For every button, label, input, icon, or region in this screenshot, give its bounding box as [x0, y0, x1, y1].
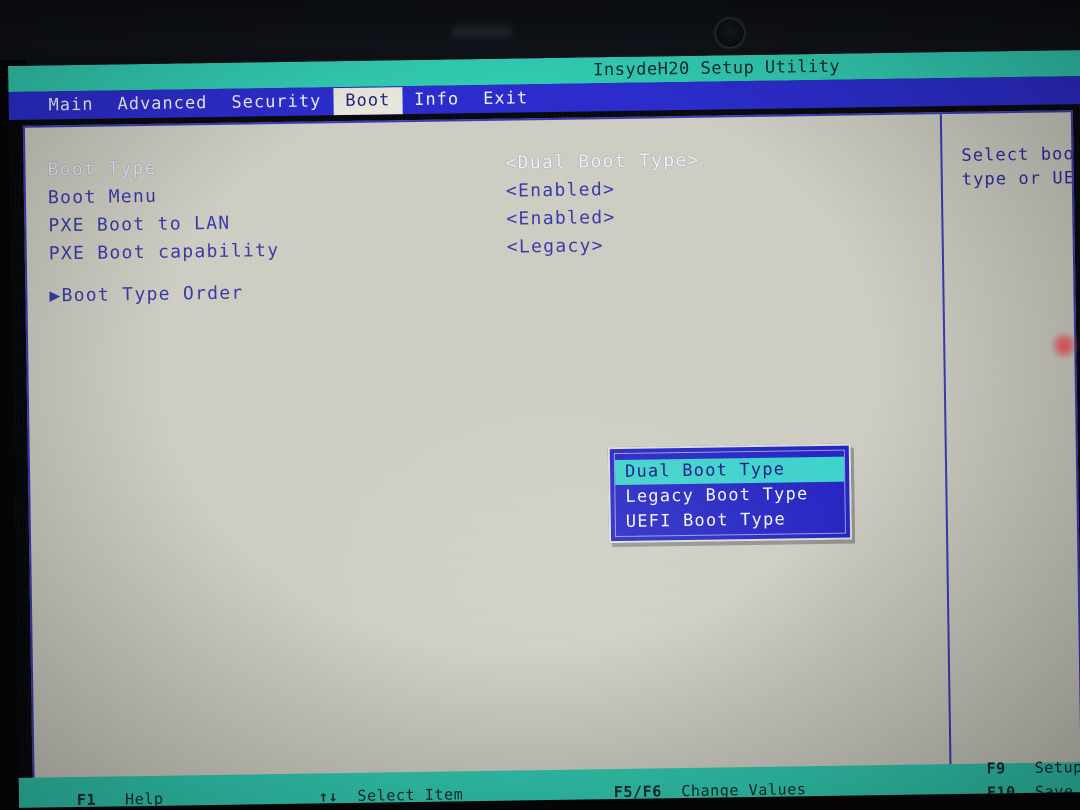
setting-value-boot-menu[interactable]: <Enabled> [506, 179, 616, 202]
footer-key-f1: F1 [76, 790, 97, 808]
setting-label-boot-type[interactable]: Boot Type [47, 158, 157, 181]
setting-value-pxe-boot-to-lan[interactable]: <Enabled> [506, 207, 616, 230]
webcam-icon [716, 19, 744, 47]
setting-value-boot-type[interactable]: <Dual Boot Type> [505, 150, 699, 174]
footer-action-help: Help [124, 789, 164, 808]
setting-label-pxe-boot-capability[interactable]: PXE Boot capability [49, 240, 280, 264]
menu-item-info[interactable]: Info [402, 86, 471, 114]
app-title: InsydeH20 Setup Utility [593, 56, 841, 81]
menu-item-boot[interactable]: Boot [333, 86, 403, 115]
help-text-line-2: type or UEFI [961, 167, 1080, 190]
settings-panel: Boot Type Boot Menu PXE Boot to LAN PXE … [22, 110, 1080, 804]
panel-divider [939, 114, 952, 793]
bezel-reflection [452, 26, 512, 38]
setting-label-pxe-boot-to-lan[interactable]: PXE Boot to LAN [48, 213, 230, 237]
menu-item-advanced[interactable]: Advanced [105, 89, 219, 118]
footer-key-f5-f6: F5/F6 [613, 782, 663, 802]
setting-value-pxe-boot-capability[interactable]: <Legacy> [507, 235, 604, 257]
boot-type-popup[interactable]: Dual Boot Type Legacy Boot Type UEFI Boo… [607, 443, 853, 544]
laptop-photo-frame: InsydeH20 Setup Utility Main Advanced Se… [0, 0, 1080, 810]
popup-option-uefi-boot-type[interactable]: UEFI Boot Type [616, 507, 845, 535]
setting-label-boot-menu[interactable]: Boot Menu [48, 186, 158, 209]
arrow-up-down-icon: ↑↓ [318, 787, 339, 806]
help-text-line-1: Select boot t [961, 144, 1080, 166]
boot-type-popup-inner: Dual Boot Type Legacy Boot Type UEFI Boo… [613, 449, 847, 538]
submenu-boot-type-order[interactable]: ▶Boot Type Order [49, 283, 243, 307]
popup-option-legacy-boot-type[interactable]: Legacy Boot Type [615, 482, 844, 510]
footer-key-f9: F9 [986, 759, 1006, 778]
popup-option-dual-boot-type[interactable]: Dual Boot Type [614, 456, 845, 486]
menu-item-exit[interactable]: Exit [471, 85, 540, 113]
footer-action-setup-defaults: Setup De [1034, 758, 1080, 777]
bios-screen: InsydeH20 Setup Utility Main Advanced Se… [8, 49, 1080, 808]
menu-item-security[interactable]: Security [219, 88, 333, 117]
menu-item-main[interactable]: Main [36, 91, 105, 119]
